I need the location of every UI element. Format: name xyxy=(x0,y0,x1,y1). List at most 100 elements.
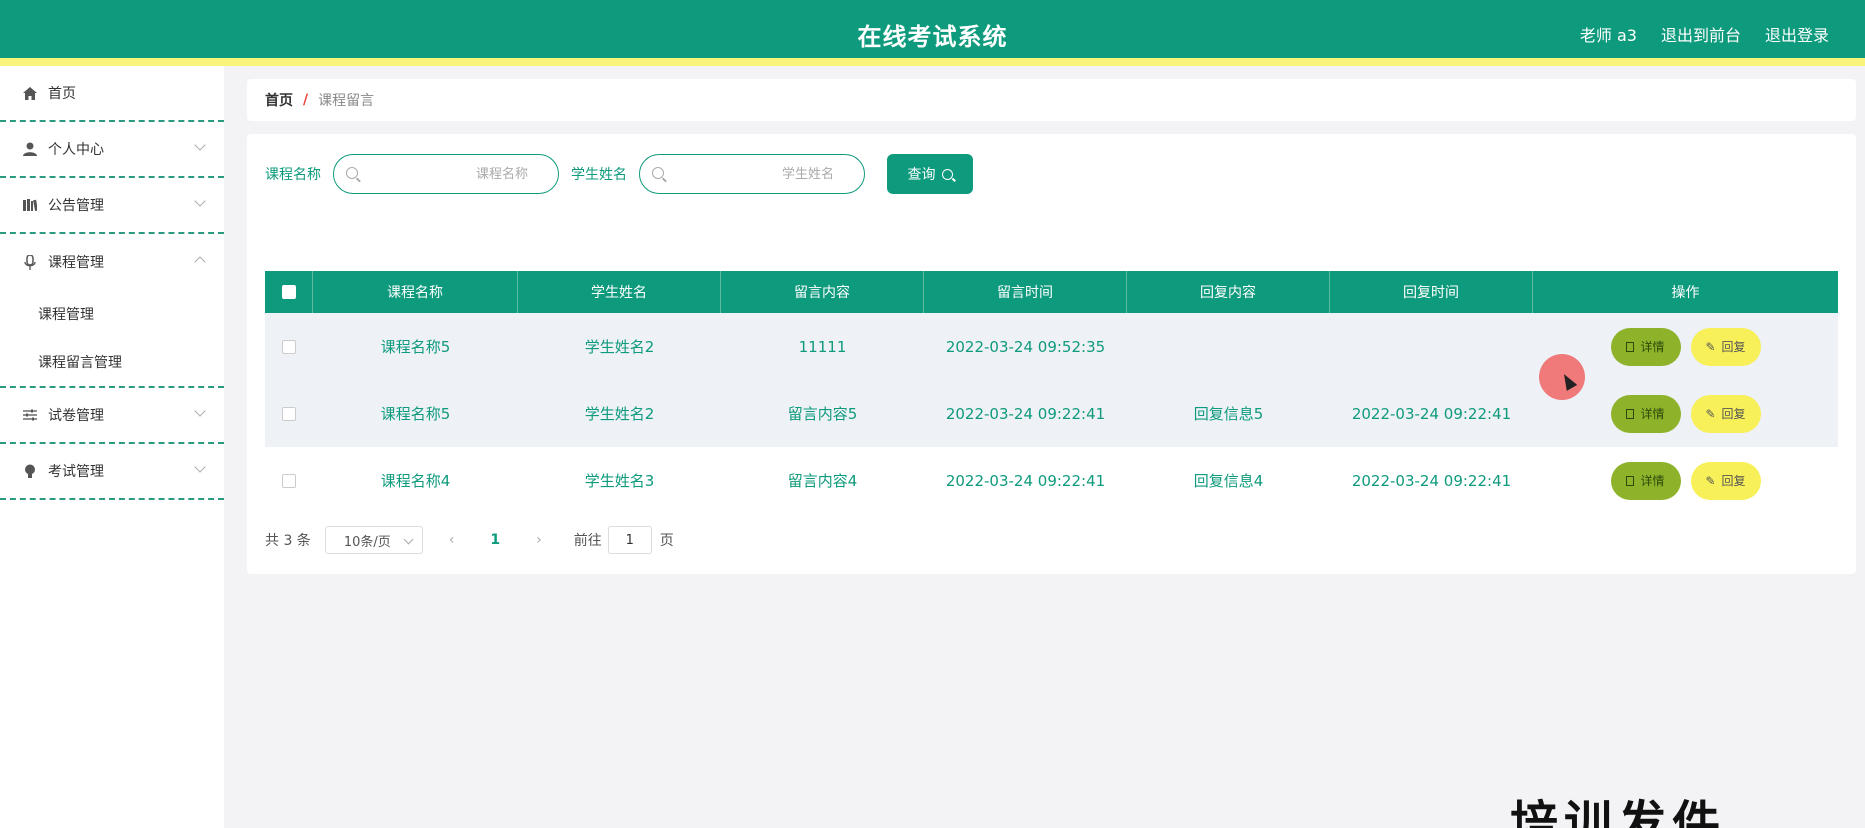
sidebar-item-course[interactable]: 课程管理 xyxy=(0,234,224,290)
overlay-caption: 培训发件 xyxy=(1510,796,1727,828)
search-icon xyxy=(941,168,953,180)
detail-button[interactable]: 详情 xyxy=(1610,461,1681,500)
student-name-input[interactable] xyxy=(676,163,834,185)
row-select-cell xyxy=(265,313,313,380)
reply-button[interactable]: ✎ 回复 xyxy=(1690,461,1761,500)
pencil-icon: ✎ xyxy=(1705,339,1716,354)
top-bar: 在线考试系统 老师 a3 退出到前台 退出登录 xyxy=(0,0,1865,66)
course-name-cell: 课程名称5 xyxy=(380,405,451,423)
student-name-search xyxy=(639,154,865,194)
reply-time-cell: 2022-03-24 09:22:41 xyxy=(1351,471,1512,490)
sidebar-item-notice[interactable]: 公告管理 xyxy=(0,178,224,234)
student-name-cell: 学生姓名2 xyxy=(584,405,655,423)
student-name-cell: 学生姓名3 xyxy=(584,472,655,490)
table-row: 课程名称5 学生姓名2 留言内容5 2022-03-24 09:22:41 回复… xyxy=(265,380,1838,447)
sidebar-item-label: 首页 xyxy=(48,86,76,102)
row-select-cell xyxy=(265,447,313,514)
chevron-down-icon xyxy=(194,461,206,473)
query-button-label: 查询 xyxy=(907,167,936,183)
sidebar-item-exam[interactable]: 考试管理 xyxy=(0,444,224,500)
detail-button[interactable]: 详情 xyxy=(1610,394,1681,433)
course-name-input[interactable] xyxy=(370,163,528,185)
select-all-checkbox[interactable] xyxy=(281,285,296,299)
pagination: 共 3 条 10条/页 ‹ 1 › 前往 页 xyxy=(265,526,674,554)
course-name-label: 课程名称 xyxy=(265,167,321,183)
table-row: 课程名称5 学生姓名2 11111 2022-03-24 09:52:35 详情… xyxy=(265,313,1838,380)
sidebar-subitem-course-message[interactable]: 课程留言管理 xyxy=(0,338,224,386)
pencil-icon: ✎ xyxy=(1705,406,1716,421)
row-checkbox[interactable] xyxy=(282,339,296,354)
sidebar-item-label: 考试管理 xyxy=(48,464,104,480)
prev-page-icon[interactable]: ‹ xyxy=(449,532,455,548)
page-size-select[interactable]: 10条/页 xyxy=(324,526,423,554)
chevron-up-icon xyxy=(194,256,206,268)
sidebar-item-label: 课程管理 xyxy=(48,255,104,271)
total-count: 共 3 条 xyxy=(265,533,311,549)
microphone-icon xyxy=(22,254,38,270)
reply-button[interactable]: ✎ 回复 xyxy=(1690,394,1761,433)
chevron-down-icon xyxy=(194,195,206,207)
sidebar-item-label: 试卷管理 xyxy=(48,408,104,424)
document-icon xyxy=(1626,408,1635,419)
next-page-icon[interactable]: › xyxy=(536,532,542,548)
course-name-cell: 课程名称5 xyxy=(380,338,451,356)
chevron-down-icon xyxy=(194,139,206,151)
detail-button-label: 详情 xyxy=(1640,474,1665,488)
sliders-icon xyxy=(22,407,38,423)
logout-link[interactable]: 退出登录 xyxy=(1765,22,1829,46)
detail-button[interactable]: 详情 xyxy=(1610,327,1681,366)
row-select-cell xyxy=(265,380,313,447)
column-header: 操作 xyxy=(1671,285,1700,301)
student-name-cell: 学生姓名2 xyxy=(584,338,655,356)
goto-page-input[interactable] xyxy=(607,526,652,554)
row-checkbox[interactable] xyxy=(282,406,296,421)
sidebar-item-profile[interactable]: 个人中心 xyxy=(0,122,224,178)
home-icon xyxy=(22,85,38,101)
current-user[interactable]: 老师 a3 xyxy=(1580,22,1637,46)
chevron-down-icon xyxy=(194,405,206,417)
reply-time-cell xyxy=(1330,313,1533,380)
breadcrumb-current: 课程留言 xyxy=(318,93,375,109)
message-table: 课程名称 学生姓名 留言内容 留言时间 回复内容 回复时间 操作 课程名称5 学… xyxy=(265,271,1838,514)
column-header: 回复时间 xyxy=(1330,271,1533,313)
message-content-cell: 留言内容4 xyxy=(787,472,858,490)
sidebar-item-home[interactable]: 首页 xyxy=(0,66,224,122)
reply-content-cell: 回复信息5 xyxy=(1193,405,1264,423)
column-header: 留言内容 xyxy=(721,271,924,313)
search-bar: 课程名称 学生姓名 查询 xyxy=(265,154,973,194)
query-button[interactable]: 查询 xyxy=(887,154,973,194)
message-content-cell: 11111 xyxy=(798,337,847,356)
sidebar-item-paper[interactable]: 试卷管理 xyxy=(0,388,224,444)
pencil-icon: ✎ xyxy=(1705,473,1716,488)
document-icon xyxy=(1626,341,1635,352)
sidebar-item-label: 个人中心 xyxy=(48,142,104,158)
sidebar-subitem-course[interactable]: 课程管理 xyxy=(0,290,224,338)
breadcrumb-separator: / xyxy=(303,92,309,108)
goto-label: 前往 xyxy=(573,533,602,549)
exit-to-front-link[interactable]: 退出到前台 xyxy=(1661,22,1741,46)
user-icon xyxy=(22,141,38,157)
content-panel: 课程名称 学生姓名 查询 课程名称 学生姓名 留言内容 留言时间 回复内容 回复… xyxy=(247,134,1856,574)
column-header: 课程名称 xyxy=(313,271,518,313)
column-header: 留言时间 xyxy=(924,271,1127,313)
page-unit-label: 页 xyxy=(659,533,674,549)
column-header: 回复内容 xyxy=(1127,271,1330,313)
reply-content-cell xyxy=(1127,313,1330,380)
course-submenu: 课程管理 课程留言管理 xyxy=(0,290,224,388)
page-number-current[interactable]: 1 xyxy=(490,532,500,548)
reply-content-cell: 回复信息4 xyxy=(1193,472,1264,490)
actions-cell: 详情 ✎ 回复 xyxy=(1533,447,1838,514)
message-content-cell: 留言内容5 xyxy=(787,405,858,423)
row-checkbox[interactable] xyxy=(282,473,296,488)
header-links: 老师 a3 退出到前台 退出登录 xyxy=(1580,22,1829,46)
reply-button-label: 回复 xyxy=(1721,474,1746,488)
detail-button-label: 详情 xyxy=(1640,407,1665,421)
reply-button[interactable]: ✎ 回复 xyxy=(1690,327,1761,366)
detail-button-label: 详情 xyxy=(1640,340,1665,354)
student-name-label: 学生姓名 xyxy=(571,167,627,183)
breadcrumb-home[interactable]: 首页 xyxy=(265,90,293,110)
lightbulb-icon xyxy=(22,463,38,479)
table-header: 课程名称 学生姓名 留言内容 留言时间 回复内容 回复时间 操作 xyxy=(265,271,1838,313)
course-name-cell: 课程名称4 xyxy=(380,472,451,490)
column-header: 学生姓名 xyxy=(518,271,721,313)
